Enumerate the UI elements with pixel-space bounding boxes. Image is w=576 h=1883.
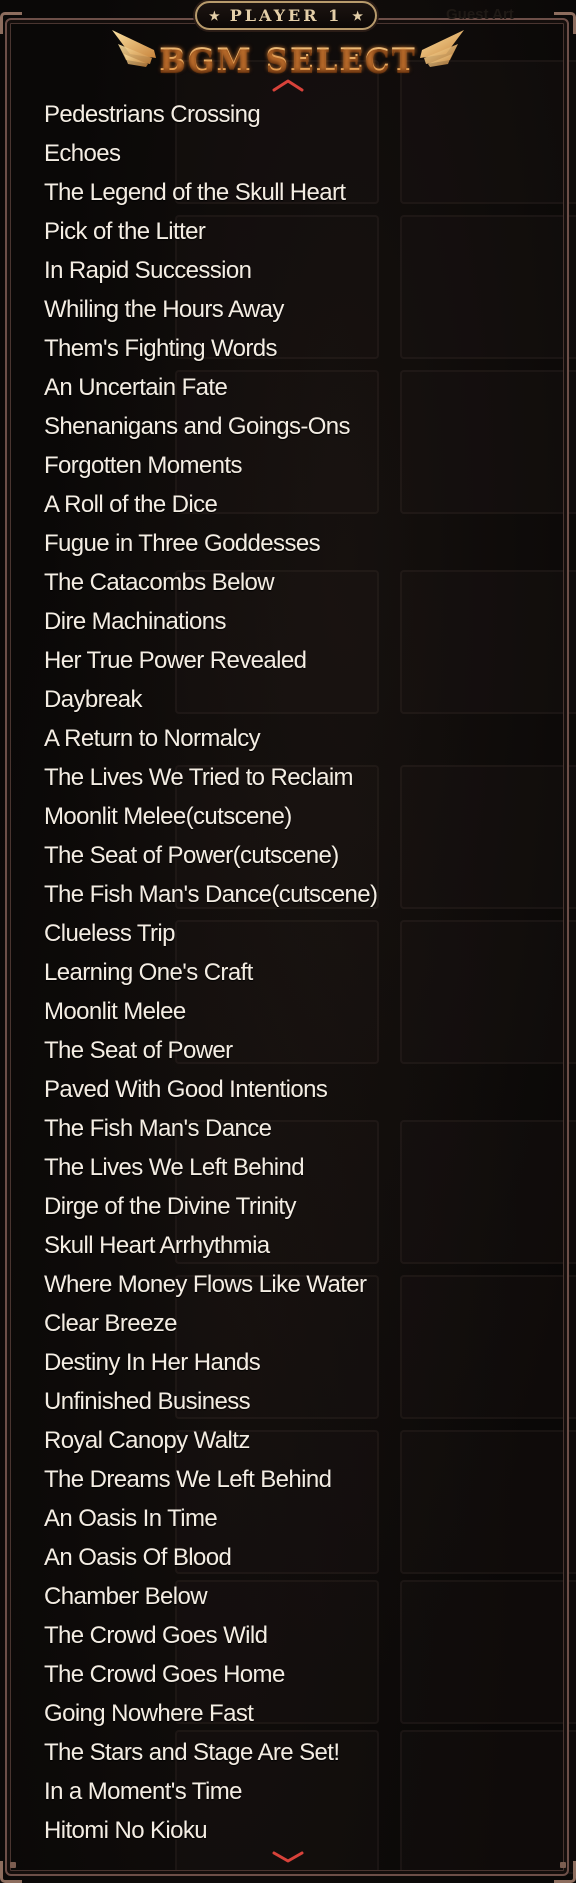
bgm-track-item[interactable]: In Rapid Succession bbox=[44, 251, 377, 290]
bgm-track-item[interactable]: The Seat of Power(cutscene) bbox=[44, 836, 377, 875]
bgm-track-item[interactable]: The Lives We Tried to Reclaim bbox=[44, 758, 377, 797]
bgm-track-item[interactable]: Pick of the Litter bbox=[44, 212, 377, 251]
bgm-track-item[interactable]: The Fish Man's Dance bbox=[44, 1109, 377, 1148]
bgm-track-item[interactable]: Fugue in Three Goddesses bbox=[44, 524, 377, 563]
bgm-track-item[interactable]: Where Money Flows Like Water bbox=[44, 1265, 377, 1304]
bgm-track-item[interactable]: Skull Heart Arrhythmia bbox=[44, 1226, 377, 1265]
bgm-track-item[interactable]: Going Nowhere Fast bbox=[44, 1694, 377, 1733]
star-icon: ★ bbox=[352, 8, 364, 23]
bgm-track-item[interactable]: The Legend of the Skull Heart bbox=[44, 173, 377, 212]
background-card bbox=[400, 1580, 576, 1724]
player-badge: ★ PLAYER 1 ★ bbox=[195, 1, 377, 30]
bgm-track-item[interactable]: Clear Breeze bbox=[44, 1304, 377, 1343]
bgm-track-item[interactable]: Echoes bbox=[44, 134, 377, 173]
frame-corner-top-right bbox=[554, 12, 576, 34]
background-card bbox=[400, 215, 576, 359]
bgm-track-item[interactable]: Hitomi No Kioku bbox=[44, 1811, 377, 1850]
ghost-label: Guest Art bbox=[446, 6, 514, 23]
bgm-track-item[interactable]: The Lives We Left Behind bbox=[44, 1148, 377, 1187]
bgm-track-item[interactable]: The Fish Man's Dance(cutscene) bbox=[44, 875, 378, 914]
frame-corner-top-left bbox=[0, 12, 22, 34]
frame-ornament bbox=[10, 1862, 16, 1868]
bgm-track-item[interactable]: Unfinished Business bbox=[44, 1382, 377, 1421]
background-card bbox=[400, 765, 576, 909]
bgm-track-item[interactable]: Chamber Below bbox=[44, 1577, 377, 1616]
bgm-track-item[interactable]: Whiling the Hours Away bbox=[44, 290, 377, 329]
bgm-track-item[interactable]: The Crowd Goes Home bbox=[44, 1655, 377, 1694]
bgm-track-item[interactable]: Moonlit Melee bbox=[44, 992, 377, 1031]
bgm-track-item[interactable]: A Roll of the Dice bbox=[44, 485, 377, 524]
bgm-track-item[interactable]: An Oasis In Time bbox=[44, 1499, 377, 1538]
background-card bbox=[400, 1275, 576, 1419]
frame-ornament bbox=[560, 1862, 566, 1868]
bgm-track-item[interactable]: Dire Machinations bbox=[44, 602, 377, 641]
screen-title: BGM SELECT bbox=[0, 42, 576, 78]
bgm-track-item[interactable]: Forgotten Moments bbox=[44, 446, 377, 485]
bgm-track-item[interactable]: Her True Power Revealed bbox=[44, 641, 377, 680]
background-card bbox=[400, 570, 576, 714]
bgm-track-item[interactable]: The Seat of Power bbox=[44, 1031, 377, 1070]
bgm-track-item[interactable]: Paved With Good Intentions bbox=[44, 1070, 377, 1109]
bgm-track-item[interactable]: The Catacombs Below bbox=[44, 563, 377, 602]
bgm-select-screen: Guest Art ★ PLAYER 1 ★ BGM SELECT Pedest… bbox=[0, 0, 576, 1883]
chevron-down-icon[interactable] bbox=[271, 1850, 305, 1864]
background-card bbox=[400, 1120, 576, 1264]
background-card bbox=[400, 1730, 576, 1874]
bgm-track-item[interactable]: Them's Fighting Words bbox=[44, 329, 377, 368]
bgm-track-item[interactable]: Pedestrians Crossing bbox=[44, 95, 377, 134]
bgm-track-item[interactable]: Destiny In Her Hands bbox=[44, 1343, 377, 1382]
background-card bbox=[400, 920, 576, 1064]
bgm-track-item[interactable]: Learning One's Craft bbox=[44, 953, 377, 992]
bgm-track-list: Pedestrians Crossing Echoes The Legend of … bbox=[44, 95, 378, 1850]
bgm-track-item[interactable]: Daybreak bbox=[44, 680, 377, 719]
bgm-track-item[interactable]: Shenanigans and Goings-Ons bbox=[44, 407, 377, 446]
bgm-track-item[interactable]: In a Moment's Time bbox=[44, 1772, 377, 1811]
star-icon: ★ bbox=[208, 8, 220, 23]
background-card bbox=[400, 1430, 576, 1574]
bgm-track-item[interactable]: An Oasis Of Blood bbox=[44, 1538, 377, 1577]
bgm-track-item[interactable]: An Uncertain Fate bbox=[44, 368, 377, 407]
bgm-track-item[interactable]: The Stars and Stage Are Set! bbox=[44, 1733, 377, 1772]
background-card bbox=[400, 60, 576, 204]
chevron-up-icon[interactable] bbox=[271, 78, 305, 92]
bgm-track-item[interactable]: Moonlit Melee(cutscene) bbox=[44, 797, 377, 836]
background-card bbox=[400, 370, 576, 514]
bgm-track-item[interactable]: The Crowd Goes Wild bbox=[44, 1616, 377, 1655]
player-label: PLAYER 1 bbox=[229, 6, 343, 25]
bgm-track-item[interactable]: Dirge of the Divine Trinity bbox=[44, 1187, 377, 1226]
bgm-track-item[interactable]: A Return to Normalcy bbox=[44, 719, 377, 758]
bgm-track-item[interactable]: The Dreams We Left Behind bbox=[44, 1460, 377, 1499]
bgm-track-item[interactable]: Royal Canopy Waltz bbox=[44, 1421, 377, 1460]
wing-icon bbox=[420, 30, 464, 67]
bgm-track-item[interactable]: Clueless Trip bbox=[44, 914, 377, 953]
